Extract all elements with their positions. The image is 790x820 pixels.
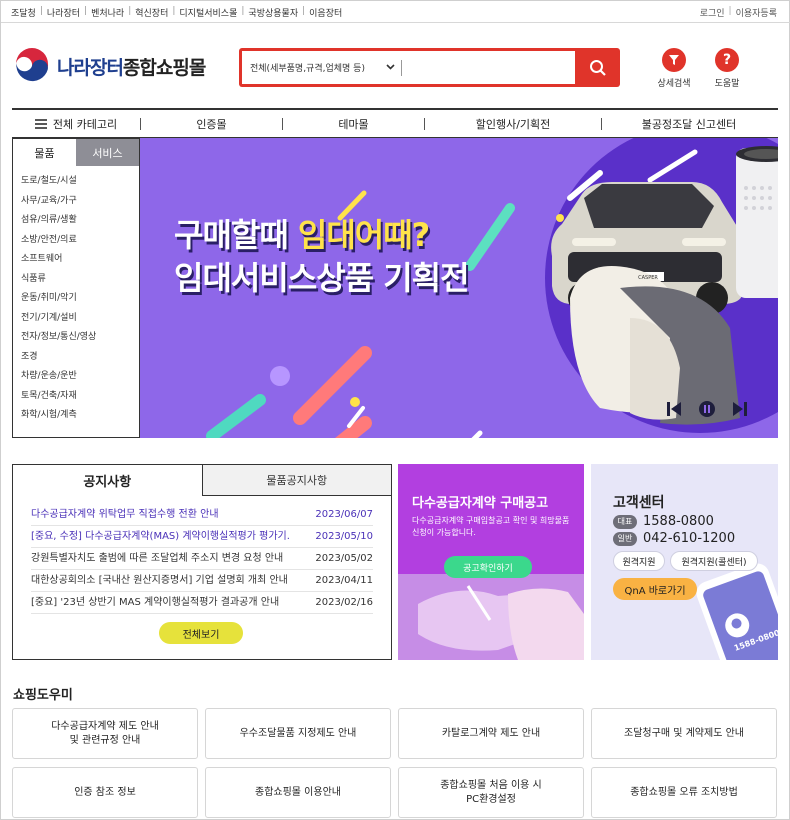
chevron-down-icon[interactable] bbox=[386, 63, 395, 73]
help-button[interactable]: ? 도움말 bbox=[709, 48, 745, 89]
nav-item-theme[interactable]: 테마몰 bbox=[283, 110, 424, 137]
help-card-certification[interactable]: 인증 참조 정보 bbox=[12, 767, 198, 818]
category-list: 도로/철도/시설 사무/교육/가구 섬유/의류/생활 소방/안전/의료 소프트웨… bbox=[13, 166, 139, 426]
question-icon: ? bbox=[715, 48, 739, 72]
category-item[interactable]: 도로/철도/시설 bbox=[21, 172, 139, 192]
general-phone-row: 일반 042-610-1200 bbox=[613, 531, 735, 546]
mas-announcement-panel[interactable]: 다수공급자계약 구매공고 다수공급자계약 구매입찰공고 확인 및 희망물품 신청… bbox=[398, 464, 584, 660]
help-card-excellent-goods[interactable]: 우수조달물품 지정제도 안내 bbox=[205, 708, 391, 759]
banner-headline-2: 임대서비스상품 기획전 bbox=[174, 259, 470, 297]
link-venture[interactable]: 벤처나라 bbox=[91, 6, 124, 19]
help-card-usage-guide[interactable]: 종합쇼핑몰 이용안내 bbox=[205, 767, 391, 818]
notice-panel: 공지사항 물품공지사항 다수공급자계약 위탁업무 직접수행 전환 안내 2023/… bbox=[12, 464, 392, 660]
category-item[interactable]: 조경 bbox=[21, 348, 139, 368]
nav-all-label: 전체 카테고리 bbox=[52, 117, 118, 131]
next-icon[interactable] bbox=[733, 401, 747, 417]
advanced-search-button[interactable]: 상세검색 bbox=[651, 48, 697, 89]
promo-banner[interactable]: 구매할때 임대어때? 임대서비스상품 기획전 CASPER bbox=[140, 138, 778, 438]
customer-center-panel: 고객센터 대표 1588-0800 일반 042-610-1200 원격지원 원… bbox=[591, 464, 778, 660]
rep-badge: 대표 bbox=[613, 514, 637, 529]
banner-controls bbox=[667, 401, 747, 417]
nav-all-category[interactable]: 전체 카테고리 bbox=[12, 110, 140, 137]
shopping-help-title: 쇼핑도우미 bbox=[13, 688, 73, 703]
search-icon bbox=[590, 59, 606, 76]
category-item[interactable]: 운동/취미/악기 bbox=[21, 289, 139, 309]
tab-goods[interactable]: 물품 bbox=[13, 139, 76, 166]
menu-icon bbox=[34, 118, 47, 129]
nav-item-sale-events[interactable]: 할인행사/기획전 bbox=[425, 110, 601, 137]
check-announcement-button[interactable]: 공고확인하기 bbox=[444, 556, 532, 578]
category-item[interactable]: 토목/건축/자재 bbox=[21, 387, 139, 407]
pause-icon[interactable] bbox=[699, 401, 715, 417]
category-item[interactable]: 전기/기계/설비 bbox=[21, 309, 139, 329]
category-item[interactable]: 소프트웨어 bbox=[21, 250, 139, 270]
tab-notice[interactable]: 공지사항 bbox=[13, 465, 202, 496]
category-item[interactable]: 전자/정보/통신/영상 bbox=[21, 328, 139, 348]
search-button[interactable] bbox=[576, 48, 620, 87]
general-badge: 일반 bbox=[613, 531, 637, 546]
category-item[interactable]: 사무/교육/가구 bbox=[21, 192, 139, 212]
view-all-button[interactable]: 전체보기 bbox=[159, 622, 243, 644]
family-site-links: 조달청 | 나라장터 | 벤처나라 | 혁신장터 | 디지털서비스몰 | 국방상용물자 | … bbox=[11, 6, 343, 19]
taegeuk-logo-icon bbox=[14, 48, 50, 84]
remote-callcenter-button[interactable]: 원격지원(콜센터) bbox=[670, 551, 758, 571]
tab-service[interactable]: 서비스 bbox=[76, 139, 139, 166]
help-card-procurement[interactable]: 조달청구매 및 계약제도 안내 bbox=[591, 708, 777, 759]
help-card-mas-guide[interactable]: 다수공급자계약 제도 안내 및 관련규정 안내 bbox=[12, 708, 198, 759]
remote-support-button[interactable]: 원격지원 bbox=[613, 551, 665, 571]
banner-headline-1: 구매할때 임대어때? bbox=[174, 216, 430, 254]
top-bar: 조달청 | 나라장터 | 벤처나라 | 혁신장터 | 디지털서비스몰 | 국방상용물자 | … bbox=[1, 1, 790, 23]
prev-icon[interactable] bbox=[667, 401, 681, 417]
category-panel: 물품 서비스 도로/철도/시설 사무/교육/가구 섬유/의류/생활 소방/안전/… bbox=[12, 138, 140, 438]
search-category-select[interactable]: 전체(세부품명,규격,업체명 등) bbox=[242, 61, 382, 74]
category-item[interactable]: 소방/안전/의료 bbox=[21, 231, 139, 251]
link-defense[interactable]: 국방상용물자 bbox=[248, 6, 298, 19]
advanced-search-label: 상세검색 bbox=[657, 79, 691, 89]
link-g2b[interactable]: 나라장터 bbox=[47, 6, 80, 19]
notice-row[interactable]: 다수공급자계약 위탁업무 직접수행 전환 안내 2023/06/07 bbox=[31, 504, 373, 526]
filter-icon bbox=[662, 48, 686, 72]
notice-list: 다수공급자계약 위탁업무 직접수행 전환 안내 2023/06/07 [중요, 수… bbox=[13, 496, 391, 614]
register-link[interactable]: 이용자등록 bbox=[736, 6, 777, 19]
category-item[interactable]: 차량/운송/운반 bbox=[21, 367, 139, 387]
tab-goods-notice[interactable]: 물품공지사항 bbox=[201, 465, 391, 496]
help-card-error-fix[interactable]: 종합쇼핑몰 오류 조치방법 bbox=[591, 767, 777, 818]
help-card-catalog[interactable]: 카탈로그계약 제도 안내 bbox=[398, 708, 584, 759]
site-logo[interactable]: 나라장터종합쇼핑몰 bbox=[13, 47, 206, 85]
link-pps[interactable]: 조달청 bbox=[11, 6, 36, 19]
support-title: 고객센터 bbox=[613, 495, 665, 511]
user-links: 로그인 | 이용자등록 bbox=[699, 6, 777, 19]
category-item[interactable]: 섬유/의류/생활 bbox=[21, 211, 139, 231]
qna-button[interactable]: QnA 바로가기 bbox=[613, 578, 697, 600]
help-label: 도움말 bbox=[714, 79, 740, 89]
mas-title: 다수공급자계약 구매공고 bbox=[412, 496, 549, 511]
help-card-pc-setup[interactable]: 종합쇼핑몰 처음 이용 시 PC환경설정 bbox=[398, 767, 584, 818]
category-item[interactable]: 화학/시험/계측 bbox=[21, 406, 139, 426]
general-phone: 042-610-1200 bbox=[643, 531, 736, 546]
category-item[interactable]: 식품류 bbox=[21, 270, 139, 290]
rep-phone: 1588-0800 bbox=[643, 514, 714, 529]
nav-item-certified[interactable]: 인증몰 bbox=[141, 110, 282, 137]
notice-row[interactable]: 강원특별자치도 출범에 따른 조달업체 주소지 변경 요청 안내 2023/05/… bbox=[31, 548, 373, 570]
notice-row[interactable]: 대한상공회의소 [국내산 원산지증명서] 기업 설명회 개최 안내 2023/04… bbox=[31, 570, 373, 592]
search-divider bbox=[401, 59, 402, 76]
nav-item-unfair-report[interactable]: 불공정조달 신고센터 bbox=[602, 110, 776, 137]
link-ieum[interactable]: 이음장터 bbox=[309, 6, 342, 19]
rep-phone-row: 대표 1588-0800 bbox=[613, 514, 714, 529]
login-link[interactable]: 로그인 bbox=[700, 6, 725, 19]
search-input[interactable] bbox=[408, 55, 558, 80]
notice-row[interactable]: [중요] '23년 상반기 MAS 계약이행실적평가 결과공개 안내 2023/0… bbox=[31, 592, 373, 614]
mas-description: 다수공급자계약 구매입찰공고 확인 및 희망물품 신청이 가능합니다. bbox=[412, 516, 570, 537]
link-innovation[interactable]: 혁신장터 bbox=[135, 6, 168, 19]
site-title: 나라장터종합쇼핑몰 bbox=[57, 56, 206, 79]
search-bar: 전체(세부품명,규격,업체명 등) bbox=[239, 48, 620, 87]
link-digital-service[interactable]: 디지털서비스몰 bbox=[179, 6, 237, 19]
notice-row[interactable]: [중요, 수정] 다수공급자계약(MAS) 계약이행실적평가 평가기... 202… bbox=[31, 526, 373, 548]
main-nav: 전체 카테고리 인증몰 테마몰 할인행사/기획전 불공정조달 신고센터 bbox=[12, 108, 778, 138]
banner-car-plate: CASPER bbox=[638, 275, 658, 281]
